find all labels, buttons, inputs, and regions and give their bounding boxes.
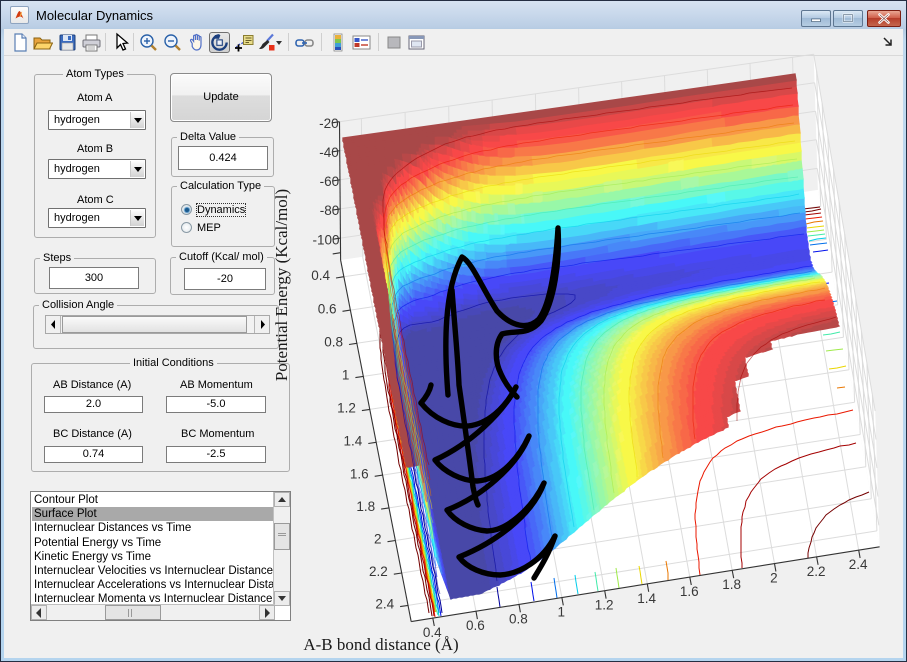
- svg-text:0.8: 0.8: [509, 611, 528, 626]
- svg-text:0.6: 0.6: [466, 618, 485, 633]
- svg-text:1: 1: [342, 368, 350, 383]
- svg-text:0.6: 0.6: [318, 301, 337, 316]
- svg-text:0.4: 0.4: [311, 268, 330, 283]
- svg-text:1.2: 1.2: [337, 401, 356, 416]
- svg-text:2.2: 2.2: [369, 564, 388, 579]
- svg-text:1.4: 1.4: [637, 591, 656, 606]
- svg-text:2.4: 2.4: [375, 597, 394, 612]
- svg-text:1.2: 1.2: [595, 598, 614, 613]
- svg-text:2.4: 2.4: [849, 557, 868, 572]
- svg-text:-40: -40: [319, 145, 339, 160]
- svg-text:-60: -60: [320, 174, 340, 189]
- svg-text:Potential Energy (Kcal/mol): Potential Energy (Kcal/mol): [272, 189, 291, 381]
- svg-text:0.8: 0.8: [324, 335, 343, 350]
- svg-text:1.8: 1.8: [356, 499, 375, 514]
- svg-text:1.4: 1.4: [344, 434, 363, 449]
- svg-text:1.8: 1.8: [722, 577, 741, 592]
- svg-text:-80: -80: [320, 203, 340, 218]
- svg-text:2.2: 2.2: [807, 564, 826, 579]
- svg-text:2: 2: [374, 532, 382, 547]
- svg-text:2: 2: [770, 571, 778, 586]
- svg-text:A-B bond distance (Å): A-B bond distance (Å): [303, 635, 458, 654]
- svg-text:1.6: 1.6: [350, 466, 369, 481]
- svg-text:-100: -100: [312, 232, 339, 247]
- svg-text:1.6: 1.6: [680, 584, 699, 599]
- svg-text:-20: -20: [319, 116, 339, 131]
- svg-text:1: 1: [558, 604, 566, 619]
